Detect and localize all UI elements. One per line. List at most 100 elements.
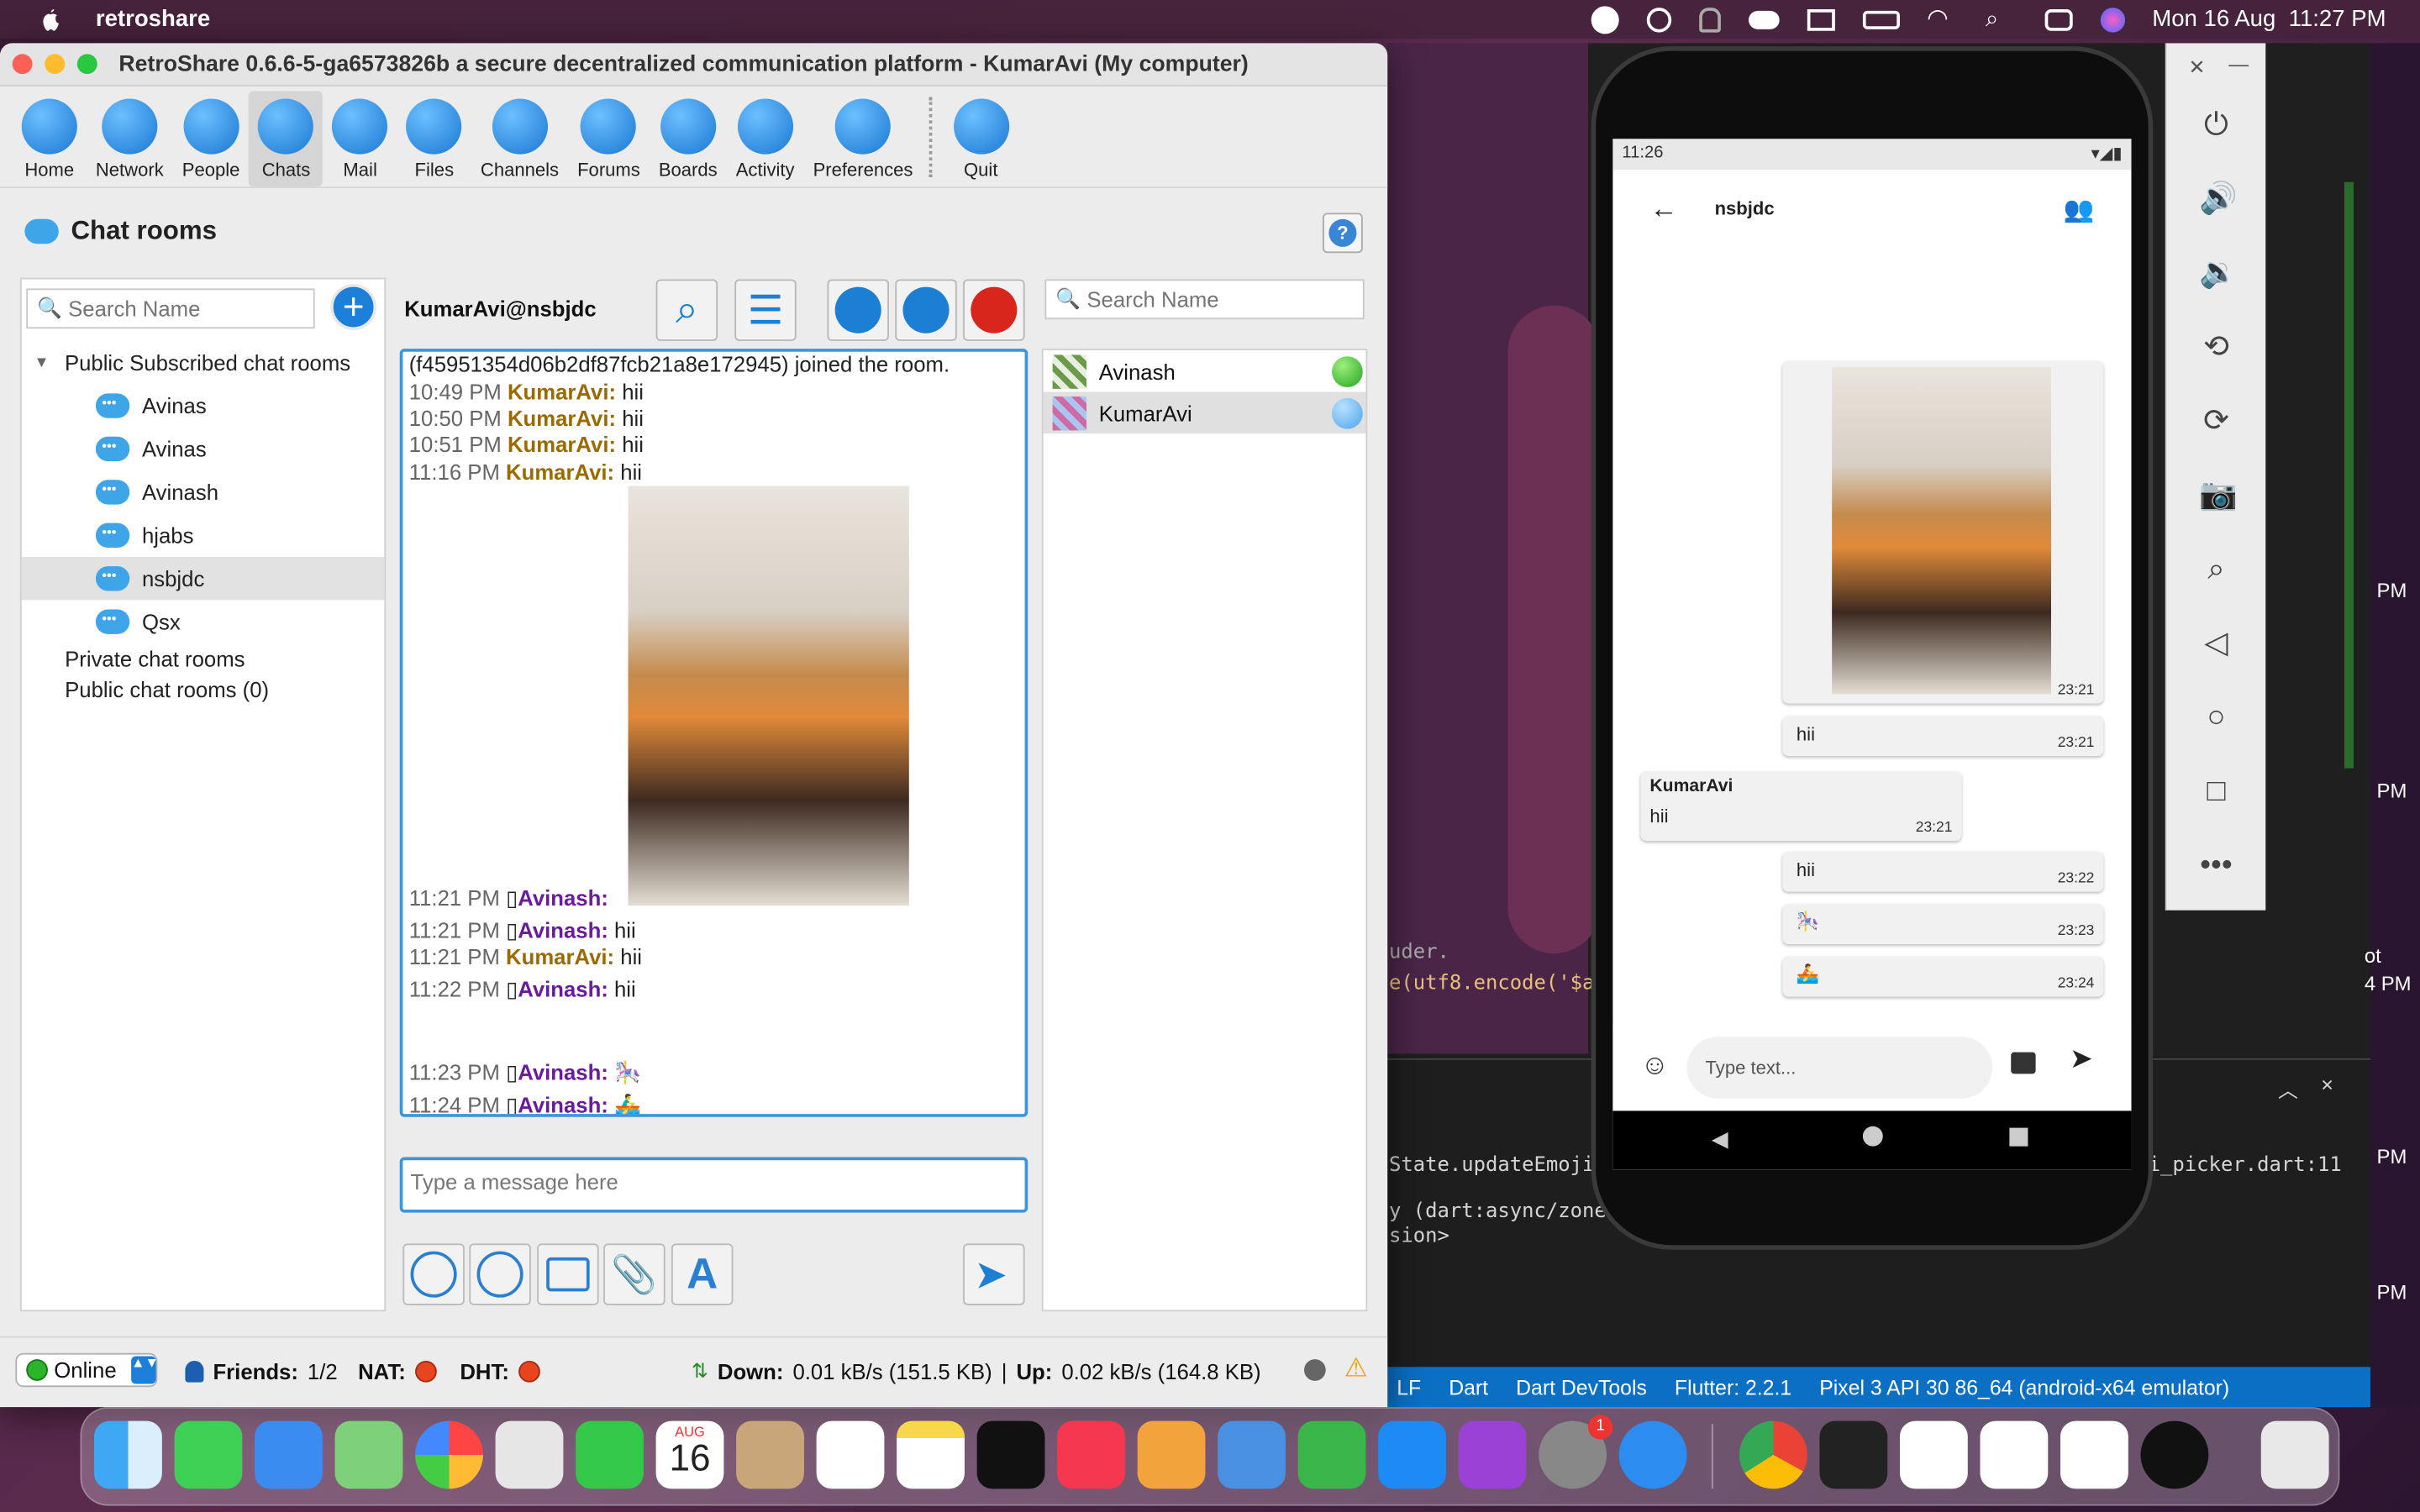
room-item[interactable]: hjabs bbox=[22, 514, 385, 557]
send-icon[interactable]: ➤ bbox=[2070, 1043, 2093, 1076]
slack-icon[interactable] bbox=[1980, 1420, 2049, 1489]
member-search-box[interactable]: 🔍 bbox=[1044, 279, 1365, 320]
contacts-icon[interactable] bbox=[736, 1420, 804, 1489]
room-search-input[interactable] bbox=[68, 296, 313, 322]
member-search-input[interactable] bbox=[1086, 286, 1363, 312]
photos-icon[interactable] bbox=[415, 1420, 483, 1489]
message-nick[interactable]: KumarAvi: bbox=[508, 406, 616, 430]
reminders-icon[interactable] bbox=[816, 1420, 885, 1489]
collapse-chevron-icon[interactable]: ▼ bbox=[34, 354, 49, 371]
facetime-icon[interactable] bbox=[576, 1420, 644, 1489]
menu-button[interactable]: ☰ bbox=[734, 279, 797, 341]
panel-chevron-up-icon[interactable]: ︿ bbox=[2278, 1074, 2298, 1104]
chrome-icon[interactable] bbox=[1739, 1420, 1807, 1489]
back-icon[interactable]: ◁ bbox=[2199, 627, 2233, 660]
vscode-icon[interactable] bbox=[1899, 1420, 1968, 1489]
toolbar-network[interactable]: Network bbox=[87, 91, 173, 186]
toolbar-boards[interactable]: Boards bbox=[650, 91, 727, 186]
participant-row[interactable]: Avinash bbox=[1044, 350, 1366, 392]
unsubscribe-button[interactable] bbox=[827, 279, 889, 341]
room-item-selected[interactable]: nsbjdc bbox=[21, 557, 385, 601]
cloud-icon[interactable] bbox=[1748, 9, 1779, 29]
emoji-icon[interactable]: ☺ bbox=[1640, 1049, 1669, 1082]
message-input[interactable]: Type a message here bbox=[399, 1157, 1028, 1213]
more-icon[interactable]: ••• bbox=[2199, 848, 2233, 882]
volume-up-icon[interactable]: 🔊 bbox=[2199, 182, 2238, 216]
message-nick[interactable]: Avinash: bbox=[518, 885, 608, 910]
panel-close-icon[interactable]: ✕ bbox=[2321, 1074, 2333, 1097]
nav-home-icon[interactable] bbox=[1862, 1126, 1883, 1147]
zoom-window-button[interactable] bbox=[76, 54, 97, 75]
safari-icon[interactable] bbox=[1618, 1420, 1687, 1489]
message-nick[interactable]: KumarAvi: bbox=[506, 459, 614, 484]
launchpad-icon[interactable] bbox=[495, 1420, 564, 1489]
phone-photo[interactable] bbox=[1832, 367, 2051, 695]
terminal-icon[interactable] bbox=[1819, 1420, 1888, 1489]
image-icon[interactable] bbox=[2011, 1052, 2036, 1074]
message-nick[interactable]: KumarAvi: bbox=[508, 380, 616, 404]
notes-icon[interactable] bbox=[897, 1420, 965, 1489]
room-item[interactable]: Avinas bbox=[22, 384, 385, 427]
emoji-button[interactable] bbox=[402, 1243, 465, 1305]
rotate-right-icon[interactable]: ⟳ bbox=[2199, 404, 2233, 438]
shared-image[interactable] bbox=[628, 486, 909, 906]
weather-icon[interactable] bbox=[1645, 7, 1671, 32]
maps-icon[interactable] bbox=[334, 1420, 403, 1489]
siri-icon[interactable] bbox=[2099, 7, 2125, 32]
wifi-icon[interactable]: ◠ bbox=[1927, 6, 1958, 31]
room-search-box[interactable]: 🔍 bbox=[26, 288, 315, 329]
power-icon[interactable]: ⏻ bbox=[2199, 108, 2233, 142]
invite-friend-button[interactable] bbox=[895, 279, 957, 341]
message-history[interactable]: (f45951354d06b2df87fcb21a8e172945) joine… bbox=[399, 349, 1028, 1117]
display-icon[interactable] bbox=[1806, 8, 1834, 30]
toolbar-activity[interactable]: Activity bbox=[727, 91, 804, 186]
status-eol[interactable]: LF bbox=[1397, 1375, 1421, 1399]
status-device[interactable]: Pixel 3 API 30 86_64 (android-x64 emulat… bbox=[1819, 1375, 2229, 1399]
room-item[interactable]: Avinash bbox=[22, 470, 385, 513]
create-room-button[interactable]: + bbox=[330, 283, 377, 331]
overview-icon[interactable]: □ bbox=[2199, 774, 2233, 808]
app-menu-name[interactable]: retroshare bbox=[96, 6, 210, 32]
leave-room-button[interactable] bbox=[963, 279, 1025, 341]
eye-icon[interactable] bbox=[1304, 1359, 1326, 1381]
message-nick[interactable]: Avinash: bbox=[518, 977, 608, 1001]
close-window-button[interactable] bbox=[12, 54, 33, 75]
nav-recents-icon[interactable] bbox=[2009, 1127, 2028, 1147]
attach-file-button[interactable]: 📎 bbox=[603, 1243, 666, 1305]
toolbar-mail[interactable]: Mail bbox=[324, 91, 397, 186]
numbers-icon[interactable] bbox=[1297, 1420, 1366, 1489]
retroshare-tray-icon[interactable] bbox=[1590, 5, 1618, 34]
status-flutter[interactable]: Flutter: 2.2.1 bbox=[1675, 1375, 1791, 1399]
participant-row-selected[interactable]: KumarAvi bbox=[1043, 391, 1366, 434]
font-button[interactable]: A bbox=[671, 1243, 734, 1305]
phone-image-bubble[interactable]: 23:21 bbox=[1782, 360, 2104, 704]
podcasts-icon[interactable] bbox=[1458, 1420, 1527, 1489]
emulator-close-icon[interactable]: ✕ bbox=[2188, 55, 2205, 80]
menubar-clock[interactable]: Mon 16 Aug 11:27 PM bbox=[2152, 6, 2386, 32]
vpn-icon[interactable] bbox=[1698, 7, 1721, 32]
emulator-minimize-icon[interactable]: — bbox=[2228, 52, 2249, 76]
members-icon[interactable]: 👥 bbox=[2064, 194, 2095, 225]
room-item[interactable]: Qsx bbox=[22, 600, 385, 643]
online-status-select[interactable]: Online ▲▼ bbox=[15, 1352, 159, 1388]
pages-icon[interactable] bbox=[1137, 1420, 1206, 1489]
music-icon[interactable] bbox=[1057, 1420, 1125, 1489]
apple-tv-icon[interactable] bbox=[976, 1420, 1045, 1489]
battery-icon[interactable] bbox=[1861, 9, 1900, 29]
tree-group-private[interactable]: Private chat rooms bbox=[22, 643, 385, 675]
message-nick[interactable]: Avinash: bbox=[518, 1092, 608, 1114]
volume-down-icon[interactable]: 🔉 bbox=[2199, 256, 2238, 290]
insert-image-button[interactable] bbox=[537, 1243, 599, 1305]
control-center-icon[interactable] bbox=[2044, 8, 2072, 30]
home-circle-icon[interactable]: ○ bbox=[2199, 701, 2233, 734]
tree-group-public-subscribed[interactable]: ▼ Public Subscribed chat rooms bbox=[22, 341, 385, 384]
sticker-button[interactable] bbox=[469, 1243, 531, 1305]
app-store-icon[interactable] bbox=[1378, 1420, 1446, 1489]
status-devtools[interactable]: Dart DevTools bbox=[1516, 1375, 1647, 1399]
messages-icon[interactable] bbox=[174, 1420, 243, 1489]
tree-group-public[interactable]: Public chat rooms (0) bbox=[22, 675, 385, 706]
trash-icon[interactable] bbox=[2260, 1420, 2329, 1489]
system-preferences-icon[interactable]: 1 bbox=[1539, 1415, 1613, 1489]
zoom-icon[interactable]: ⌕ bbox=[2199, 553, 2233, 586]
android-studio-icon[interactable] bbox=[2060, 1420, 2128, 1489]
